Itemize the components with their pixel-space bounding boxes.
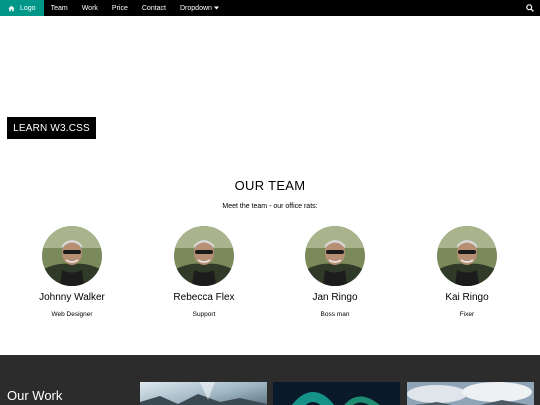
member-name: Jan Ringo <box>312 292 358 303</box>
nav-dropdown[interactable]: Dropdown <box>173 0 226 16</box>
avatar <box>174 226 234 286</box>
nav-search-button[interactable] <box>520 0 540 16</box>
avatar <box>42 226 102 286</box>
team-title: OUR TEAM <box>234 178 306 193</box>
member-role: Support <box>192 311 216 318</box>
nav-logo[interactable]: Logo <box>0 0 44 16</box>
team-member-card: Jan Ringo Boss man <box>270 226 400 318</box>
caret-down-icon <box>213 6 219 10</box>
work-thumbnail[interactable] <box>140 382 267 405</box>
member-role: Fixer <box>459 311 475 318</box>
avatar <box>305 226 365 286</box>
team-member-card: Rebecca Flex Support <box>139 226 269 318</box>
nav-work[interactable]: Work <box>75 0 105 16</box>
avatar <box>437 226 497 286</box>
team-member-card: Kai Ringo Fixer <box>402 226 532 318</box>
member-name: Johnny Walker <box>39 292 105 303</box>
nav-price-label: Price <box>111 4 128 12</box>
nav-team[interactable]: Team <box>44 0 75 16</box>
member-role: Web Designer <box>51 311 93 318</box>
top-navbar: Logo Team Work Price Contact Dropdown <box>0 0 540 16</box>
nav-team-label: Team <box>50 4 68 12</box>
work-thumbnail[interactable] <box>407 382 534 405</box>
work-thumbnail[interactable] <box>273 382 400 405</box>
learn-w3css-button[interactable]: LEARN W3.CSS <box>7 117 96 139</box>
team-subtitle: Meet the team - our office rats: <box>222 203 318 210</box>
work-section: Our Work <box>0 355 540 405</box>
nav-logo-label: Logo <box>20 4 36 12</box>
search-icon <box>526 4 534 12</box>
nav-contact-label: Contact <box>141 4 166 12</box>
member-role: Boss man <box>320 311 350 318</box>
nav-work-label: Work <box>81 4 98 12</box>
work-title: Our Work <box>7 388 63 403</box>
member-name: Kai Ringo <box>445 292 489 303</box>
nav-dropdown-label: Dropdown <box>180 4 212 12</box>
nav-price[interactable]: Price <box>105 0 135 16</box>
home-icon <box>8 5 15 11</box>
member-name: Rebecca Flex <box>173 292 235 303</box>
nav-contact[interactable]: Contact <box>135 0 173 16</box>
team-member-card: Johnny Walker Web Designer <box>7 226 137 318</box>
